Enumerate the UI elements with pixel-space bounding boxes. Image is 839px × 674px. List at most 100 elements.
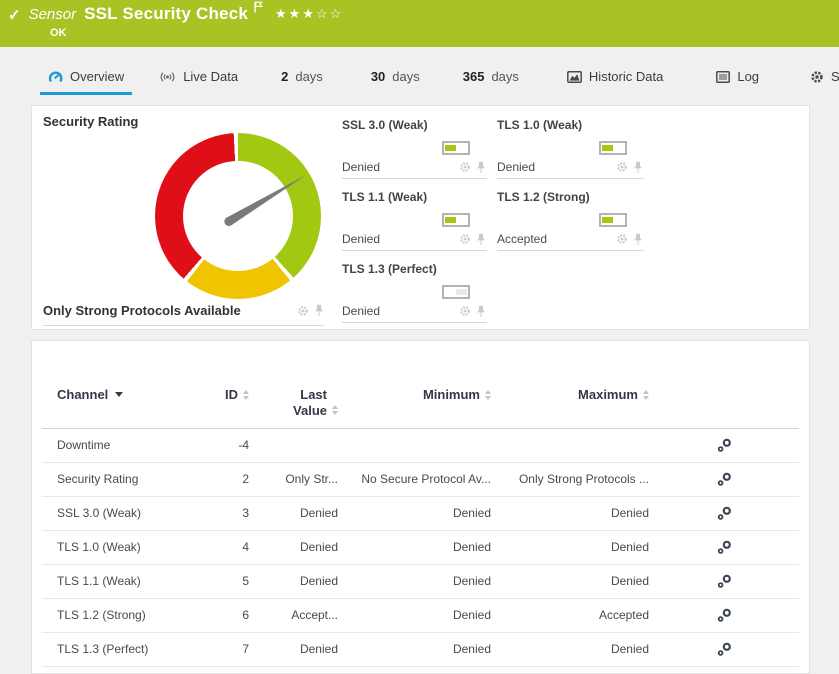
pin-icon[interactable] [633,233,643,246]
tile-title: SSL 3.0 (Weak) [342,118,428,132]
table-row[interactable]: TLS 1.2 (Strong) 6 Accept... Denied Acce… [42,599,799,633]
gauge-needle [224,174,307,227]
tab-label: Log [737,69,760,84]
overview-gauge-panel: Security Rating Only Strong Protocols Av… [31,105,810,330]
object-kind-label: Sensor [28,6,77,23]
pin-icon[interactable] [476,305,486,318]
flag-icon[interactable] [254,1,264,13]
channel-settings-gears-icon[interactable] [717,642,732,657]
column-header-minimum[interactable]: Minimum [338,387,491,402]
tile-value: Denied [342,304,381,318]
cell-maximum: Accepted [598,608,649,622]
tab-overview[interactable]: Overview [40,62,133,95]
table-row[interactable]: TLS 1.3 (Perfect) 7 Denied Denied Denied [42,633,799,667]
pin-icon[interactable] [476,161,486,174]
tile-indicator-fill [456,289,467,295]
gear-icon [810,70,824,84]
tile-title: TLS 1.0 (Weak) [497,118,583,132]
channel-settings-gears-icon[interactable] [717,608,732,623]
tile-indicator-bar [442,141,470,155]
cell-minimum: Denied [452,642,491,656]
tile-indicator-bar [599,213,627,227]
pin-icon[interactable] [633,161,643,174]
table-body: Downtime -4 Security Rating 2 Only Str..… [42,429,799,667]
channel-settings-gears-icon[interactable] [717,438,732,453]
cell-minimum: Denied [452,506,491,520]
channel-gear-icon[interactable] [459,233,471,245]
tab-label: Settings [831,69,839,84]
channel-settings-gears-icon[interactable] [717,540,732,555]
sort-icon [643,390,649,400]
cell-minimum: Denied [452,574,491,588]
tile-value: Denied [342,160,381,174]
channels-table: Channel ID Last Value Minimum Maximum Do… [42,341,799,667]
table-row[interactable]: Security Rating 2 Only Str... No Secure … [42,463,799,497]
tab-30-days[interactable]: 30 days [363,62,428,92]
channel-gear-icon[interactable] [297,305,309,317]
tab-2-days[interactable]: 2 days [273,62,331,92]
tile-value: Denied [342,232,381,246]
cell-id: -4 [238,438,249,452]
column-header-channel[interactable]: Channel [57,387,217,402]
gauge-footer: Only Strong Protocols Available [43,303,324,326]
tab-log[interactable]: Log [708,62,767,92]
table-row[interactable]: SSL 3.0 (Weak) 3 Denied Denied Denied [42,497,799,531]
channel-gear-icon[interactable] [616,161,628,173]
sensor-header: ✓ Sensor SSL Security Check ★★★☆☆ OK [0,0,839,47]
cell-channel: Security Rating [57,472,139,486]
status-check-icon: ✓ [8,7,21,24]
priority-stars[interactable]: ★★★☆☆ [275,6,343,22]
tab-unit: days [392,69,420,84]
tile-indicator-fill [445,217,456,223]
tile-indicator-bar [599,141,627,155]
cell-maximum: Denied [610,574,649,588]
tile-indicator-fill [602,145,613,151]
cell-last-value: Denied [299,642,338,656]
tab-label: Live Data [183,69,239,84]
cell-id: 3 [242,506,249,520]
table-row[interactable]: Downtime -4 [42,429,799,463]
tile-title: TLS 1.2 (Strong) [497,190,590,204]
cell-channel: TLS 1.3 (Perfect) [57,642,149,656]
channels-table-panel: Channel ID Last Value Minimum Maximum Do… [31,340,810,674]
column-header-id[interactable]: ID [217,387,249,402]
pin-icon[interactable] [314,304,324,317]
cell-maximum: Denied [610,642,649,656]
protocol-tile: TLS 1.1 (Weak) Denied [342,190,487,251]
cell-maximum: Only Strong Protocols ... [518,472,649,486]
cell-last-value: Accept... [291,608,338,622]
table-row[interactable]: TLS 1.1 (Weak) 5 Denied Denied Denied [42,565,799,599]
cell-id: 5 [242,574,249,588]
tab-settings[interactable]: Settings [802,62,839,92]
protocol-tile: TLS 1.3 (Perfect) Denied [342,262,487,323]
tile-indicator-fill [445,145,456,151]
cell-maximum: Denied [610,506,649,520]
protocol-tiles: SSL 3.0 (Weak) Denied TLS 1.0 (Weak) Den… [342,118,644,323]
cell-minimum: No Secure Protocol Av... [361,472,491,486]
broadcast-icon [159,71,176,83]
channel-settings-gears-icon[interactable] [717,506,732,521]
tab-live-data[interactable]: Live Data [151,62,246,92]
tab-365-days[interactable]: 365 days [455,62,527,92]
channel-settings-gears-icon[interactable] [717,574,732,589]
cell-minimum: Denied [452,608,491,622]
column-header-last-value[interactable]: Last Value [249,387,338,420]
gauge-title: Security Rating [43,114,139,129]
tab-historic-data[interactable]: Historic Data [559,62,671,92]
cell-last-value: Only Str... [285,472,338,486]
protocol-tile: TLS 1.2 (Strong) Accepted [497,190,644,251]
channel-gear-icon[interactable] [459,161,471,173]
tab-unit: days [295,69,323,84]
cell-id: 2 [242,472,249,486]
table-row[interactable]: TLS 1.0 (Weak) 4 Denied Denied Denied [42,531,799,565]
column-header-maximum[interactable]: Maximum [491,387,649,402]
tile-title: TLS 1.3 (Perfect) [342,262,437,276]
area-chart-icon [566,70,582,83]
pin-icon[interactable] [476,233,486,246]
channel-gear-icon[interactable] [616,233,628,245]
tile-value: Denied [497,160,536,174]
tab-unit: days [491,69,519,84]
cell-channel: TLS 1.1 (Weak) [57,574,141,588]
channel-settings-gears-icon[interactable] [717,472,732,487]
channel-gear-icon[interactable] [459,305,471,317]
